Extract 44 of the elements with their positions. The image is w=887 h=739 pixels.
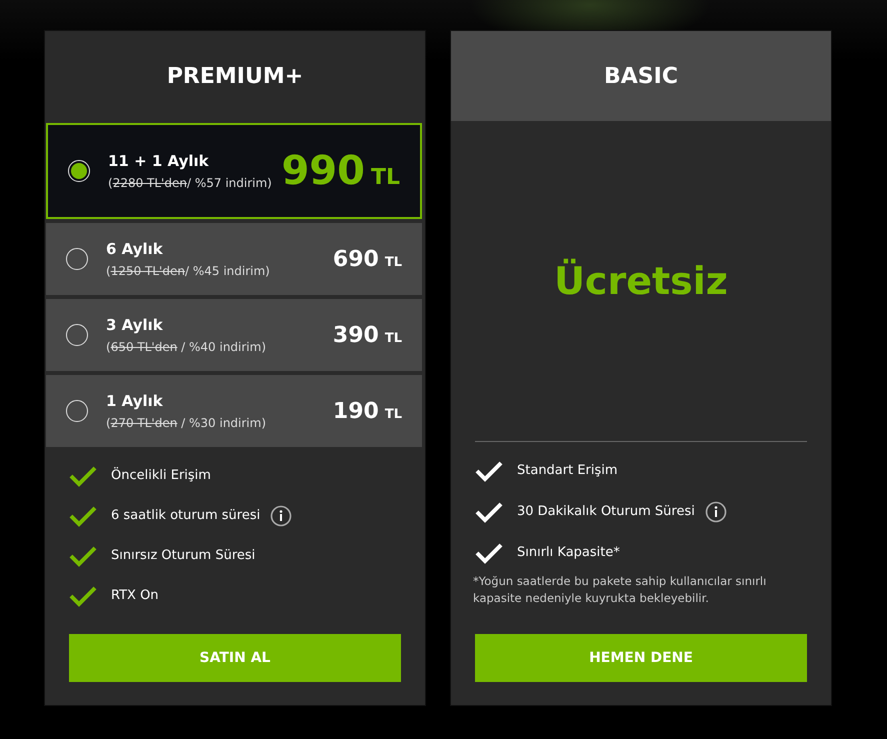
option-price: 690 bbox=[332, 246, 379, 272]
option-label: 3 Aylık bbox=[106, 316, 164, 334]
plan-title: BASIC bbox=[604, 64, 678, 88]
plan-option[interactable]: 6 Aylık (1250 TL'den/ %45 indirim) 690 TL bbox=[46, 223, 422, 295]
plan-option[interactable]: 11 + 1 Aylık (2280 TL'den/ %57 indirim) 990 TL bbox=[46, 123, 422, 219]
feature-text: Öncelikli Erişim bbox=[111, 468, 211, 483]
check-icon bbox=[69, 504, 97, 526]
option-label: 11 + 1 Aylık bbox=[108, 152, 210, 170]
feature-text: 6 saatlik oturum süresi bbox=[111, 508, 260, 523]
footnote: *Yoğun saatlerde bu pakete sahip kullanıcılar sınırlı kapasite nedeniyle kuyrukta bekleyebilir. bbox=[473, 573, 768, 607]
feature-text: Sınırlı Kapasite* bbox=[517, 545, 620, 560]
feature-text: Sınırsız Oturum Süresi bbox=[111, 548, 256, 563]
feature-text: 30 Dakikalık Oturum Süresi bbox=[517, 504, 695, 519]
info-icon[interactable] bbox=[270, 504, 292, 526]
option-price: 390 bbox=[332, 322, 379, 348]
radio-button[interactable] bbox=[66, 248, 88, 270]
feature-text: RTX On bbox=[111, 588, 159, 603]
discount-note: (270 TL'den / %30 indirim) bbox=[106, 416, 268, 430]
currency-label: TL bbox=[384, 330, 402, 346]
check-icon bbox=[475, 500, 503, 522]
discount-note: (1250 TL'den/ %45 indirim) bbox=[106, 264, 271, 278]
radio-button[interactable] bbox=[66, 324, 88, 346]
check-icon bbox=[69, 544, 97, 566]
option-label: 6 Aylık bbox=[106, 240, 164, 258]
check-icon bbox=[475, 460, 503, 482]
option-price: 990 bbox=[281, 148, 365, 194]
radio-button[interactable] bbox=[66, 400, 88, 422]
currency-label: TL bbox=[370, 165, 400, 190]
radio-button[interactable] bbox=[68, 160, 90, 182]
plan-title: PREMIUM+ bbox=[166, 64, 304, 88]
plan-option[interactable]: 3 Aylık (650 TL'den / %40 indirim) 390 TL bbox=[46, 299, 422, 371]
plan-option[interactable]: 1 Aylık (270 TL'den / %30 indirim) 190 TL bbox=[46, 375, 422, 447]
feature-text: Standart Erişim bbox=[517, 463, 618, 478]
discount-note: (2280 TL'den/ %57 indirim) bbox=[108, 176, 273, 190]
check-icon bbox=[475, 542, 503, 564]
check-icon bbox=[69, 584, 97, 606]
option-price: 190 bbox=[332, 398, 379, 424]
plan-price: Ücretsiz bbox=[554, 259, 728, 303]
currency-label: TL bbox=[384, 406, 402, 422]
currency-label: TL bbox=[384, 254, 402, 270]
check-icon bbox=[69, 464, 97, 486]
discount-note: (650 TL'den / %40 indirim) bbox=[106, 340, 268, 354]
option-label: 1 Aylık bbox=[106, 392, 164, 410]
info-icon[interactable] bbox=[704, 500, 727, 522]
